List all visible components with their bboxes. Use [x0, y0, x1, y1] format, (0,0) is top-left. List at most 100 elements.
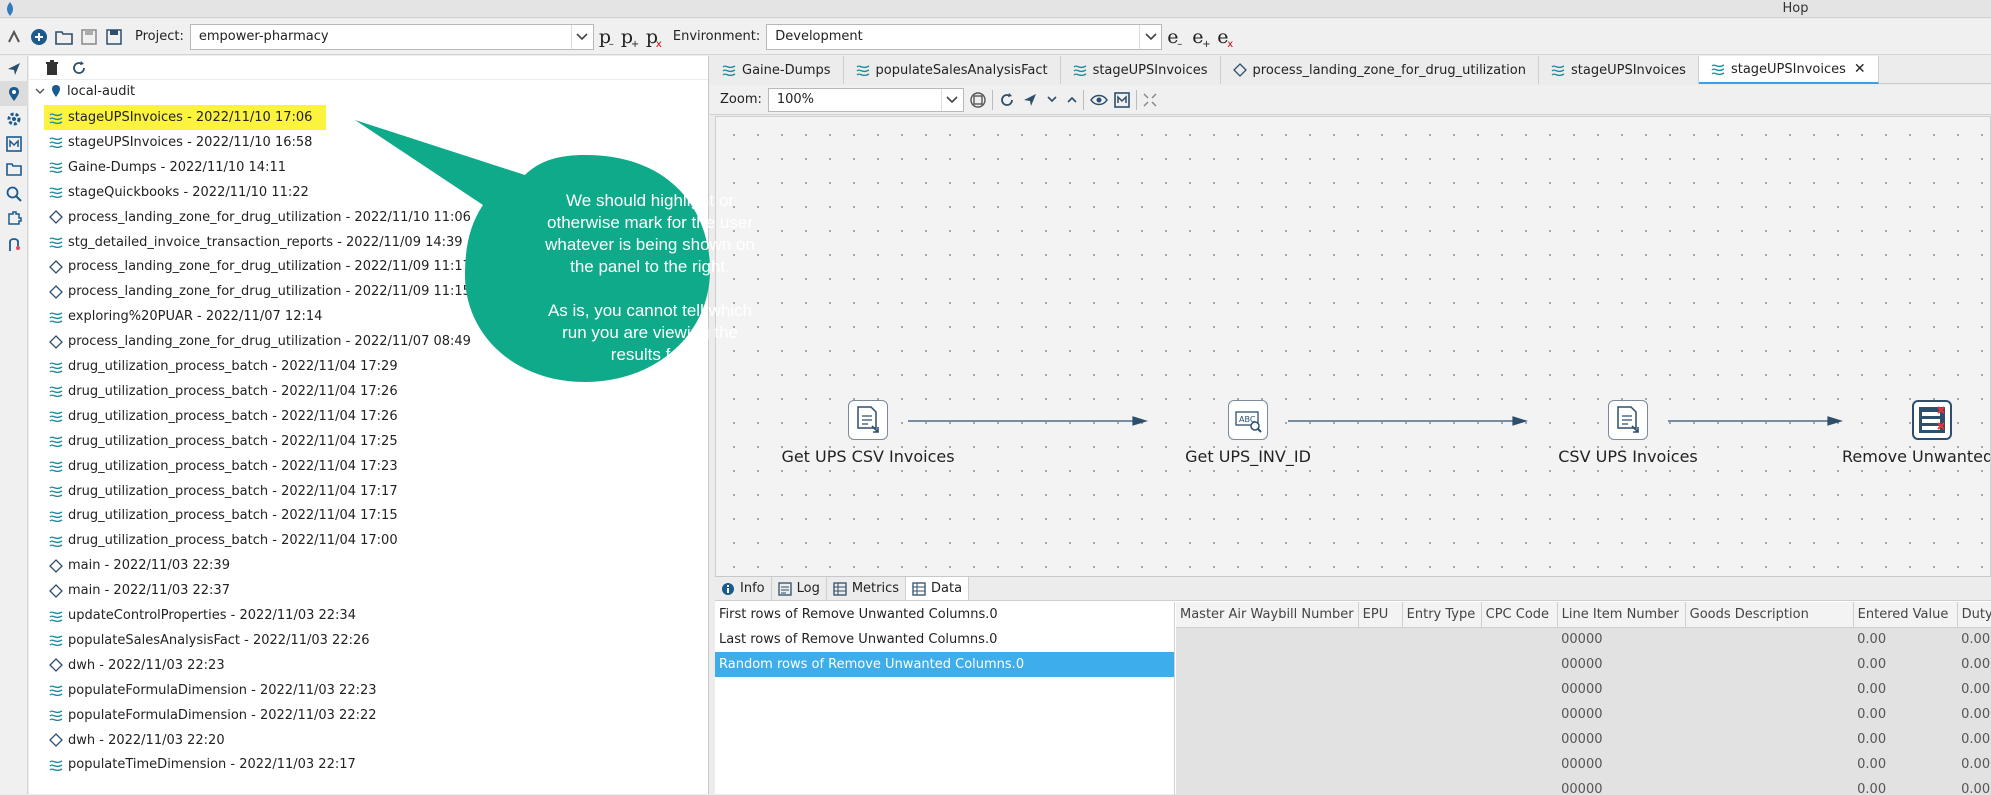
zoom-fit-icon[interactable] — [970, 91, 986, 108]
table-cell: 0.00 — [1857, 782, 1887, 795]
git-icon[interactable] — [0, 231, 28, 256]
tab-editor[interactable]: populateSalesAnalysisFact — [843, 56, 1061, 84]
delete-icon[interactable] — [45, 59, 59, 76]
tab-editor[interactable]: stageUPSInvoices — [1539, 56, 1699, 84]
chevron-down-icon[interactable] — [1047, 96, 1057, 103]
step-csv-ups-invoices[interactable]: CSV UPS Invoices — [1538, 400, 1718, 466]
step-remove-unwanted-columns[interactable]: Remove Unwanted Colu — [1842, 400, 1990, 466]
tab-editor[interactable]: Gaine-Dumps — [710, 56, 844, 84]
column-header[interactable]: Master Air Waybill Number — [1176, 602, 1359, 628]
tree-item[interactable]: updateControlProperties - 2022/11/03 22:… — [44, 603, 370, 628]
chevron-down-icon[interactable] — [570, 24, 593, 49]
add-environment-button[interactable]: e + — [1192, 26, 1210, 50]
table-row[interactable]: 00000 0.00 0.00 — [1176, 702, 1991, 727]
chevron-up-icon[interactable] — [1067, 96, 1077, 103]
column-header[interactable]: Goods Description — [1685, 602, 1854, 628]
tab-editor[interactable]: process_landing_zone_for_drug_utilizatio… — [1220, 56, 1539, 84]
column-header[interactable]: Entered Value — [1853, 602, 1958, 628]
plugins-icon[interactable] — [0, 206, 28, 231]
row-source-item[interactable]: Last rows of Remove Unwanted Columns.0 — [715, 627, 1174, 652]
data-orchestration-icon[interactable] — [0, 56, 28, 81]
tab-metrics[interactable]: Metrics — [827, 577, 907, 600]
tree-item[interactable]: populateFormulaDimension - 2022/11/03 22… — [44, 703, 391, 728]
column-header[interactable]: EPU — [1358, 602, 1403, 628]
column-header[interactable]: Duty Ar — [1957, 602, 1991, 628]
close-icon[interactable]: ✕ — [1854, 61, 1866, 77]
chevron-down-icon[interactable] — [35, 88, 45, 95]
chevron-down-icon[interactable] — [940, 88, 963, 111]
row-source-item[interactable]: First rows of Remove Unwanted Columns.0 — [715, 602, 1174, 627]
column-header[interactable]: Entry Type — [1402, 602, 1482, 628]
collapse-icon[interactable] — [1143, 92, 1157, 107]
metadata-icon[interactable] — [0, 131, 28, 156]
tree-item[interactable]: drug_utilization_process_batch - 2022/11… — [44, 479, 412, 504]
edit-environment-button[interactable]: e – — [1167, 26, 1184, 50]
table-cell: 0.00 — [1857, 757, 1887, 772]
tab-log[interactable]: Log — [772, 577, 827, 600]
tree-root[interactable]: local-audit — [29, 80, 708, 102]
eye-icon[interactable] — [1089, 94, 1108, 106]
tree-item[interactable]: populateFormulaDimension - 2022/11/03 22… — [44, 678, 391, 703]
environment-select[interactable]: Development — [766, 23, 1163, 50]
tree-item[interactable]: Gaine-Dumps - 2022/11/10 14:11 — [44, 155, 300, 180]
navigate-icon[interactable] — [1023, 93, 1037, 107]
table-row[interactable]: 00000 0.00 0.00 — [1176, 652, 1991, 677]
tree-item[interactable]: dwh - 2022/11/03 22:23 — [44, 653, 239, 678]
tree-item[interactable]: stageUPSInvoices - 2022/11/10 16:58 — [44, 130, 326, 155]
data-grid[interactable]: Master Air Waybill Number EPU Entry Type CP… — [1176, 602, 1991, 795]
hop-menu-icon[interactable] — [3, 26, 25, 48]
tree-item[interactable]: main - 2022/11/03 22:37 — [44, 578, 244, 603]
tree-item[interactable]: stageQuickbooks - 2022/11/10 11:22 — [44, 180, 323, 205]
delete-project-button[interactable]: px — [646, 26, 663, 50]
tree-item[interactable]: drug_utilization_process_batch - 2022/11… — [44, 429, 412, 454]
save-as-icon[interactable] — [103, 26, 125, 48]
column-header[interactable]: CPC Code — [1481, 602, 1558, 628]
metadata-icon[interactable] — [1114, 91, 1130, 108]
gear-icon[interactable] — [0, 106, 28, 131]
tree-item[interactable]: exploring%20PUAR - 2022/11/07 12:14 — [44, 304, 336, 329]
callout-line: results for. — [610, 345, 690, 364]
tab-editor[interactable]: stageUPSInvoices — [1060, 56, 1221, 84]
add-project-button[interactable]: p + — [621, 26, 639, 50]
table-row[interactable]: 00000 0.00 0.00 — [1176, 677, 1991, 702]
tab-editor[interactable]: stageUPSInvoices ✕ — [1698, 56, 1879, 84]
tab-info[interactable]: Info — [715, 577, 772, 600]
table-cell — [1176, 727, 1358, 752]
run-icon[interactable] — [999, 92, 1015, 108]
tree-item[interactable]: stageUPSInvoices - 2022/11/10 17:06 — [44, 105, 327, 130]
execution-info-icon[interactable] — [0, 81, 28, 106]
zoom-select[interactable]: 100% — [767, 87, 964, 112]
edit-project-button[interactable]: p – — [599, 26, 616, 50]
step-get-ups-inv-id[interactable]: ABC Get UPS_INV_ID — [1158, 400, 1338, 466]
table-row[interactable]: 00000 0.00 0.00 — [1176, 777, 1991, 795]
hop-connectors — [908, 416, 1844, 426]
tree-item[interactable]: main - 2022/11/03 22:39 — [44, 553, 244, 578]
pipeline-icon — [48, 508, 64, 524]
table-cell: 0.00 — [1857, 632, 1887, 648]
pipeline-canvas[interactable]: Get UPS CSV Invoices ABC Get UPS_INV_ID … — [715, 116, 1991, 630]
column-header[interactable]: Line Item Number — [1557, 602, 1686, 628]
delete-environment-button[interactable]: ex — [1217, 26, 1234, 50]
new-file-icon[interactable] — [28, 26, 50, 48]
tree-item[interactable]: drug_utilization_process_batch - 2022/11… — [44, 528, 412, 553]
tree-item[interactable]: populateTimeDimension - 2022/11/03 22:17 — [44, 752, 370, 777]
select-values-icon — [1912, 400, 1952, 440]
chevron-down-icon[interactable] — [1139, 24, 1161, 49]
table-row[interactable]: 00000 0.00 0.00 — [1176, 727, 1991, 752]
folder-icon[interactable] — [0, 156, 28, 181]
project-select[interactable]: empower-pharmacy — [189, 23, 594, 50]
row-source-item[interactable]: Random rows of Remove Unwanted Columns.0 — [715, 652, 1174, 677]
save-icon[interactable] — [78, 26, 100, 48]
tab-data[interactable]: Data — [906, 577, 970, 600]
pipeline-icon — [48, 184, 64, 200]
pipeline-icon — [1073, 64, 1087, 76]
tree-item[interactable]: populateSalesAnalysisFact - 2022/11/03 2… — [44, 628, 384, 653]
tree-item[interactable]: dwh - 2022/11/03 22:20 — [44, 728, 239, 753]
tree-item[interactable]: drug_utilization_process_batch - 2022/11… — [44, 454, 412, 479]
search-icon[interactable] — [0, 181, 28, 206]
tree-item[interactable]: drug_utilization_process_batch - 2022/11… — [44, 503, 412, 528]
table-row[interactable]: 00000 0.00 0.00 — [1176, 752, 1991, 777]
table-row[interactable]: 00000 0.00 0.00 — [1176, 627, 1991, 652]
refresh-icon[interactable] — [71, 60, 87, 76]
open-file-icon[interactable] — [53, 26, 75, 48]
